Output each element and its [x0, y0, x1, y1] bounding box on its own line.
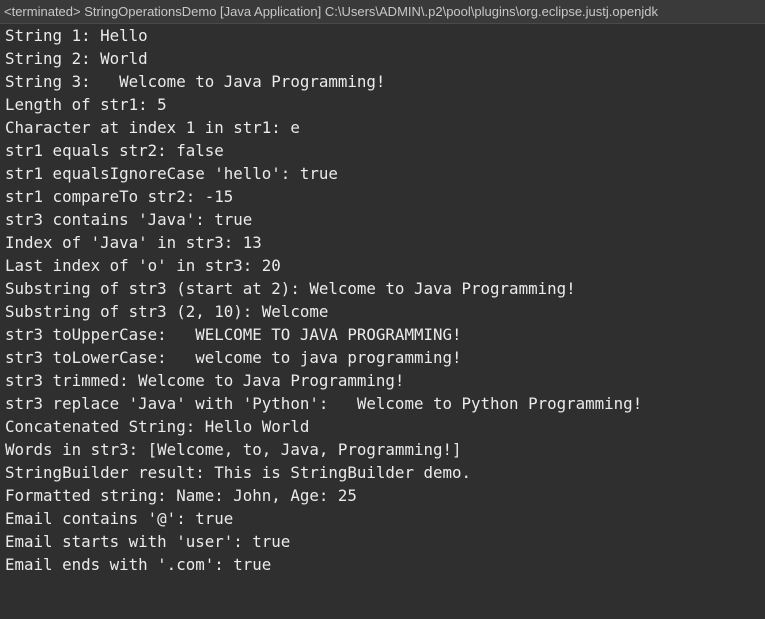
console-line: str3 contains 'Java': true — [5, 210, 253, 229]
console-line: str3 trimmed: Welcome to Java Programmin… — [5, 371, 405, 390]
console-line: Email ends with '.com': true — [5, 555, 272, 574]
console-line: String 1: Hello — [5, 26, 148, 45]
console-line: String 2: World — [5, 49, 148, 68]
console-line: str3 replace 'Java' with 'Python': Welco… — [5, 394, 643, 413]
console-line: Formatted string: Name: John, Age: 25 — [5, 486, 357, 505]
console-line: str1 compareTo str2: -15 — [5, 187, 234, 206]
console-line: Email contains '@': true — [5, 509, 234, 528]
console-output[interactable]: String 1: Hello String 2: World String 3… — [0, 24, 765, 619]
console-line: Words in str3: [Welcome, to, Java, Progr… — [5, 440, 462, 459]
console-line: str3 toLowerCase: welcome to java progra… — [5, 348, 462, 367]
console-line: Last index of 'o' in str3: 20 — [5, 256, 281, 275]
console-view[interactable]: <terminated> StringOperationsDemo [Java … — [0, 0, 765, 619]
console-line: Character at index 1 in str1: e — [5, 118, 300, 137]
console-title: <terminated> StringOperationsDemo [Java … — [4, 4, 658, 19]
console-line: StringBuilder result: This is StringBuil… — [5, 463, 472, 482]
console-line: Index of 'Java' in str3: 13 — [5, 233, 262, 252]
console-line: str1 equals str2: false — [5, 141, 224, 160]
console-line: String 3: Welcome to Java Programming! — [5, 72, 405, 91]
console-line: Email starts with 'user': true — [5, 532, 291, 551]
console-header: <terminated> StringOperationsDemo [Java … — [0, 0, 765, 24]
console-line: Length of str1: 5 — [5, 95, 167, 114]
console-line: str1 equalsIgnoreCase 'hello': true — [5, 164, 338, 183]
console-line: Concatenated String: Hello World — [5, 417, 310, 436]
console-line: Substring of str3 (2, 10): Welcome — [5, 302, 329, 321]
console-line: Substring of str3 (start at 2): Welcome … — [5, 279, 576, 298]
console-line: str3 toUpperCase: WELCOME TO JAVA PROGRA… — [5, 325, 462, 344]
